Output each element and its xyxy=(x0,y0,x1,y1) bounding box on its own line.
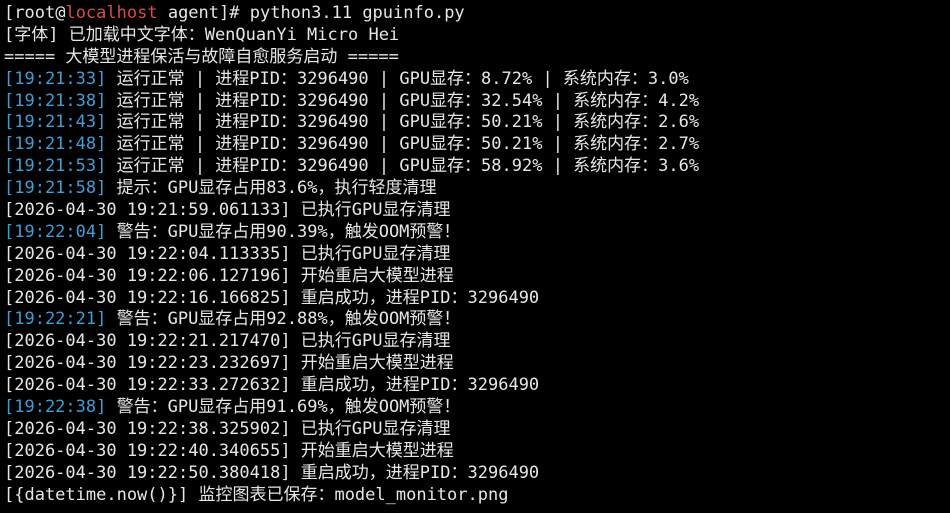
hint-text: 提示：GPU显存占用83.6%，执行轻度清理 xyxy=(106,178,437,199)
warning-text: 警告：GPU显存占用91.69%，触发OOM预警！ xyxy=(106,397,461,418)
warning-text: 警告：GPU显存占用90.39%，触发OOM预警！ xyxy=(106,221,461,242)
timestamp: [19:21:38] xyxy=(4,90,107,111)
timestamp: [19:21:33] xyxy=(4,68,107,89)
timestamp: [19:21:58] xyxy=(4,178,107,199)
chart-saved-line: [{datetime.now()}] 监控图表已保存：model_monitor… xyxy=(4,484,509,505)
warning-line: [19:22:04] 警告：GPU显存占用90.39%，触发OOM预警！ xyxy=(4,222,950,244)
warning-line: [19:22:21] 警告：GPU显存占用92.88%，触发OOM预警！ xyxy=(4,309,950,331)
prompt-hostname: localhost xyxy=(65,3,158,23)
status-text: 运行正常 | 进程PID：3296490 | GPU显存：8.72% | 系统内… xyxy=(106,68,689,89)
log-line: [2026-04-30 19:22:38.325902] 已执行GPU显存清理 xyxy=(4,418,451,439)
timestamp: [19:22:38] xyxy=(4,397,107,418)
timestamp: [19:21:53] xyxy=(4,156,107,177)
warning-text: 警告：GPU显存占用92.88%，触发OOM预警！ xyxy=(106,309,461,330)
status-text: 运行正常 | 进程PID：3296490 | GPU显存：32.54% | 系统… xyxy=(106,90,700,111)
log-line: [2026-04-30 19:22:33.272632] 重启成功，进程PID：… xyxy=(4,375,540,396)
log-line: [2026-04-30 19:22:16.166825] 重启成功，进程PID：… xyxy=(4,287,540,308)
status-line: [19:21:48] 运行正常 | 进程PID：3296490 | GPU显存：… xyxy=(4,134,950,156)
prompt-directory: agent xyxy=(167,3,220,23)
prompt-at: @ xyxy=(55,3,66,23)
timestamp: [19:22:04] xyxy=(4,221,107,242)
terminal-window[interactable]: [root@localhost agent]# python3.11 gpuin… xyxy=(0,0,950,513)
warning-line: [19:22:38] 警告：GPU显存占用91.69%，触发OOM预警！ xyxy=(4,397,950,419)
prompt-user: root xyxy=(14,3,56,23)
timestamp: [19:21:48] xyxy=(4,134,107,155)
log-line: [2026-04-30 19:22:21.217470] 已执行GPU显存清理 xyxy=(4,331,451,352)
status-line: [19:21:43] 运行正常 | 进程PID：3296490 | GPU显存：… xyxy=(4,112,950,134)
log-line: [2026-04-30 19:22:04.113335] 已执行GPU显存清理 xyxy=(4,243,451,264)
service-banner-line: ===== 大模型进程保活与故障自愈服务启动 ===== xyxy=(4,46,399,67)
status-text: 运行正常 | 进程PID：3296490 | GPU显存：50.21% | 系统… xyxy=(106,112,700,133)
prompt-command: python3.11 gpuinfo.py xyxy=(249,3,465,23)
status-line: [19:21:33] 运行正常 | 进程PID：3296490 | GPU显存：… xyxy=(4,69,950,91)
log-line: [2026-04-30 19:22:23.232697] 开始重启大模型进程 xyxy=(4,353,454,374)
log-line: [2026-04-30 19:22:50.380418] 重启成功，进程PID：… xyxy=(4,462,540,483)
timestamp: [19:22:21] xyxy=(4,309,107,330)
log-line: [2026-04-30 19:22:40.340655] 开始重启大模型进程 xyxy=(4,440,454,461)
status-text: 运行正常 | 进程PID：3296490 | GPU显存：58.92% | 系统… xyxy=(106,156,700,177)
terminal-output: [root@localhost agent]# python3.11 gpuin… xyxy=(4,3,950,506)
timestamp: [19:21:43] xyxy=(4,112,107,133)
command-prompt-line: [root@localhost agent]# python3.11 gpuin… xyxy=(4,3,465,23)
hint-line: [19:21:58] 提示：GPU显存占用83.6%，执行轻度清理 xyxy=(4,178,950,200)
status-line: [19:21:53] 运行正常 | 进程PID：3296490 | GPU显存：… xyxy=(4,156,950,178)
status-text: 运行正常 | 进程PID：3296490 | GPU显存：50.21% | 系统… xyxy=(106,134,700,155)
log-line: [2026-04-30 19:21:59.061133] 已执行GPU显存清理 xyxy=(4,200,451,221)
status-line: [19:21:38] 运行正常 | 进程PID：3296490 | GPU显存：… xyxy=(4,91,950,113)
font-loaded-line: [字体] 已加载中文字体：WenQuanYi Micro Hei xyxy=(4,24,400,45)
log-line: [2026-04-30 19:22:06.127196] 开始重启大模型进程 xyxy=(4,265,454,286)
